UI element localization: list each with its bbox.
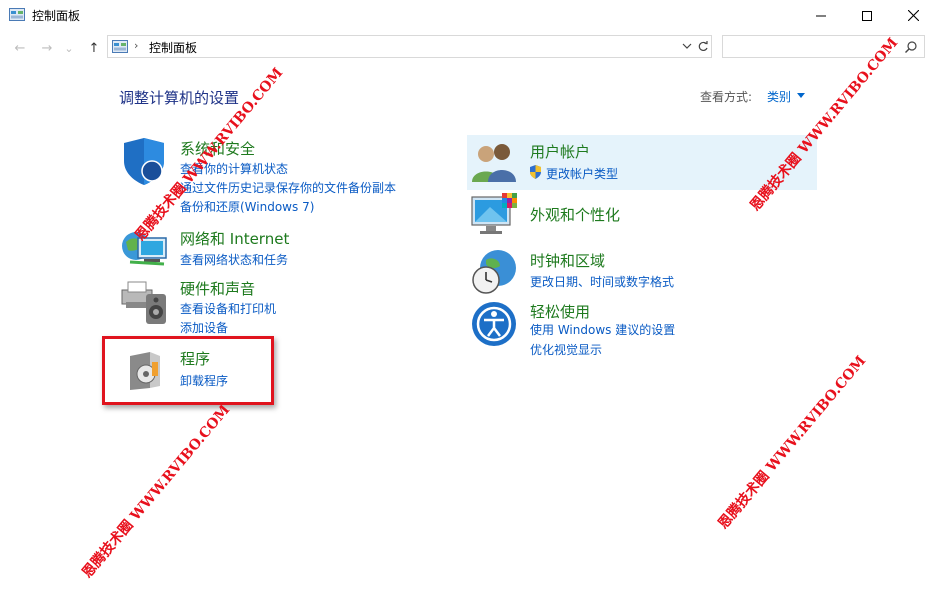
category-clock-region[interactable]: 时钟和区域	[530, 250, 605, 271]
link-change-account-type[interactable]: 更改帐户类型	[546, 165, 618, 182]
shield-icon	[124, 138, 164, 185]
view-by-label: 查看方式:	[700, 90, 753, 104]
appearance-monitor-icon	[471, 193, 517, 234]
link-change-date-time-format[interactable]: 更改日期、时间或数字格式	[530, 273, 674, 290]
up-button[interactable]: ↑	[84, 38, 104, 58]
link-windows-suggested-settings[interactable]: 使用 Windows 建议的设置	[530, 321, 675, 338]
caret-down-icon[interactable]	[797, 93, 805, 98]
ease-of-access-icon	[472, 302, 516, 346]
category-user-accounts[interactable]: 用户帐户	[530, 141, 590, 162]
address-bar[interactable]: › 控制面板	[107, 35, 712, 58]
title-bar: 控制面板	[0, 0, 937, 31]
breadcrumb-separator: ›	[134, 39, 139, 52]
link-network-status-tasks[interactable]: 查看网络状态和任务	[180, 251, 288, 268]
category-network-internet[interactable]: 网络和 Internet	[180, 228, 289, 249]
maximize-button[interactable]	[844, 0, 890, 31]
forward-arrow-icon: →	[41, 40, 53, 56]
minimize-icon	[816, 15, 826, 16]
close-button[interactable]	[890, 0, 936, 31]
back-arrow-icon: ←	[14, 40, 26, 56]
chevron-down-icon: ⌄	[64, 41, 74, 55]
page-title: 调整计算机的设置	[119, 89, 240, 107]
control-panel-icon	[9, 8, 25, 21]
window-title: 控制面板	[32, 9, 81, 23]
search-icon	[905, 41, 917, 53]
maximize-icon	[862, 10, 872, 21]
up-arrow-icon: ↑	[88, 40, 100, 56]
recent-locations-button[interactable]: ⌄	[62, 38, 76, 58]
user-accounts-icon	[472, 144, 516, 182]
back-button[interactable]: ←	[10, 38, 30, 58]
refresh-icon[interactable]	[696, 38, 710, 55]
watermark-text: 恩腾技术圈 WWW.RVIBO.COM	[747, 35, 902, 215]
link-file-history-backup[interactable]: 通过文件历史记录保存你的文件备份副本	[180, 179, 396, 196]
chevron-down-icon[interactable]	[680, 38, 694, 55]
forward-button[interactable]: →	[37, 38, 57, 58]
minimize-button[interactable]	[798, 0, 844, 31]
close-icon	[907, 10, 919, 21]
view-by-dropdown[interactable]: 类别	[767, 88, 791, 105]
watermark-text: 恩腾技术圈 WWW.RVIBO.COM	[715, 353, 870, 533]
link-devices-printers[interactable]: 查看设备和打印机	[180, 300, 276, 317]
link-optimize-visual-display[interactable]: 优化视觉显示	[530, 341, 602, 358]
category-ease-of-access[interactable]: 轻松使用	[530, 301, 590, 322]
breadcrumb-control-panel[interactable]: 控制面板	[149, 39, 197, 56]
uac-shield-icon	[530, 165, 541, 179]
annotation-highlight-box	[102, 336, 274, 405]
category-hardware-sound[interactable]: 硬件和声音	[180, 278, 255, 299]
watermark-text: 恩腾技术圈 WWW.RVIBO.COM	[79, 402, 234, 582]
control-panel-icon	[112, 40, 128, 53]
printer-speaker-icon	[121, 281, 166, 324]
clock-globe-icon	[472, 250, 516, 294]
link-add-device[interactable]: 添加设备	[180, 319, 228, 336]
link-backup-restore[interactable]: 备份和还原(Windows 7)	[180, 198, 314, 215]
category-appearance-personalization[interactable]: 外观和个性化	[530, 204, 620, 225]
